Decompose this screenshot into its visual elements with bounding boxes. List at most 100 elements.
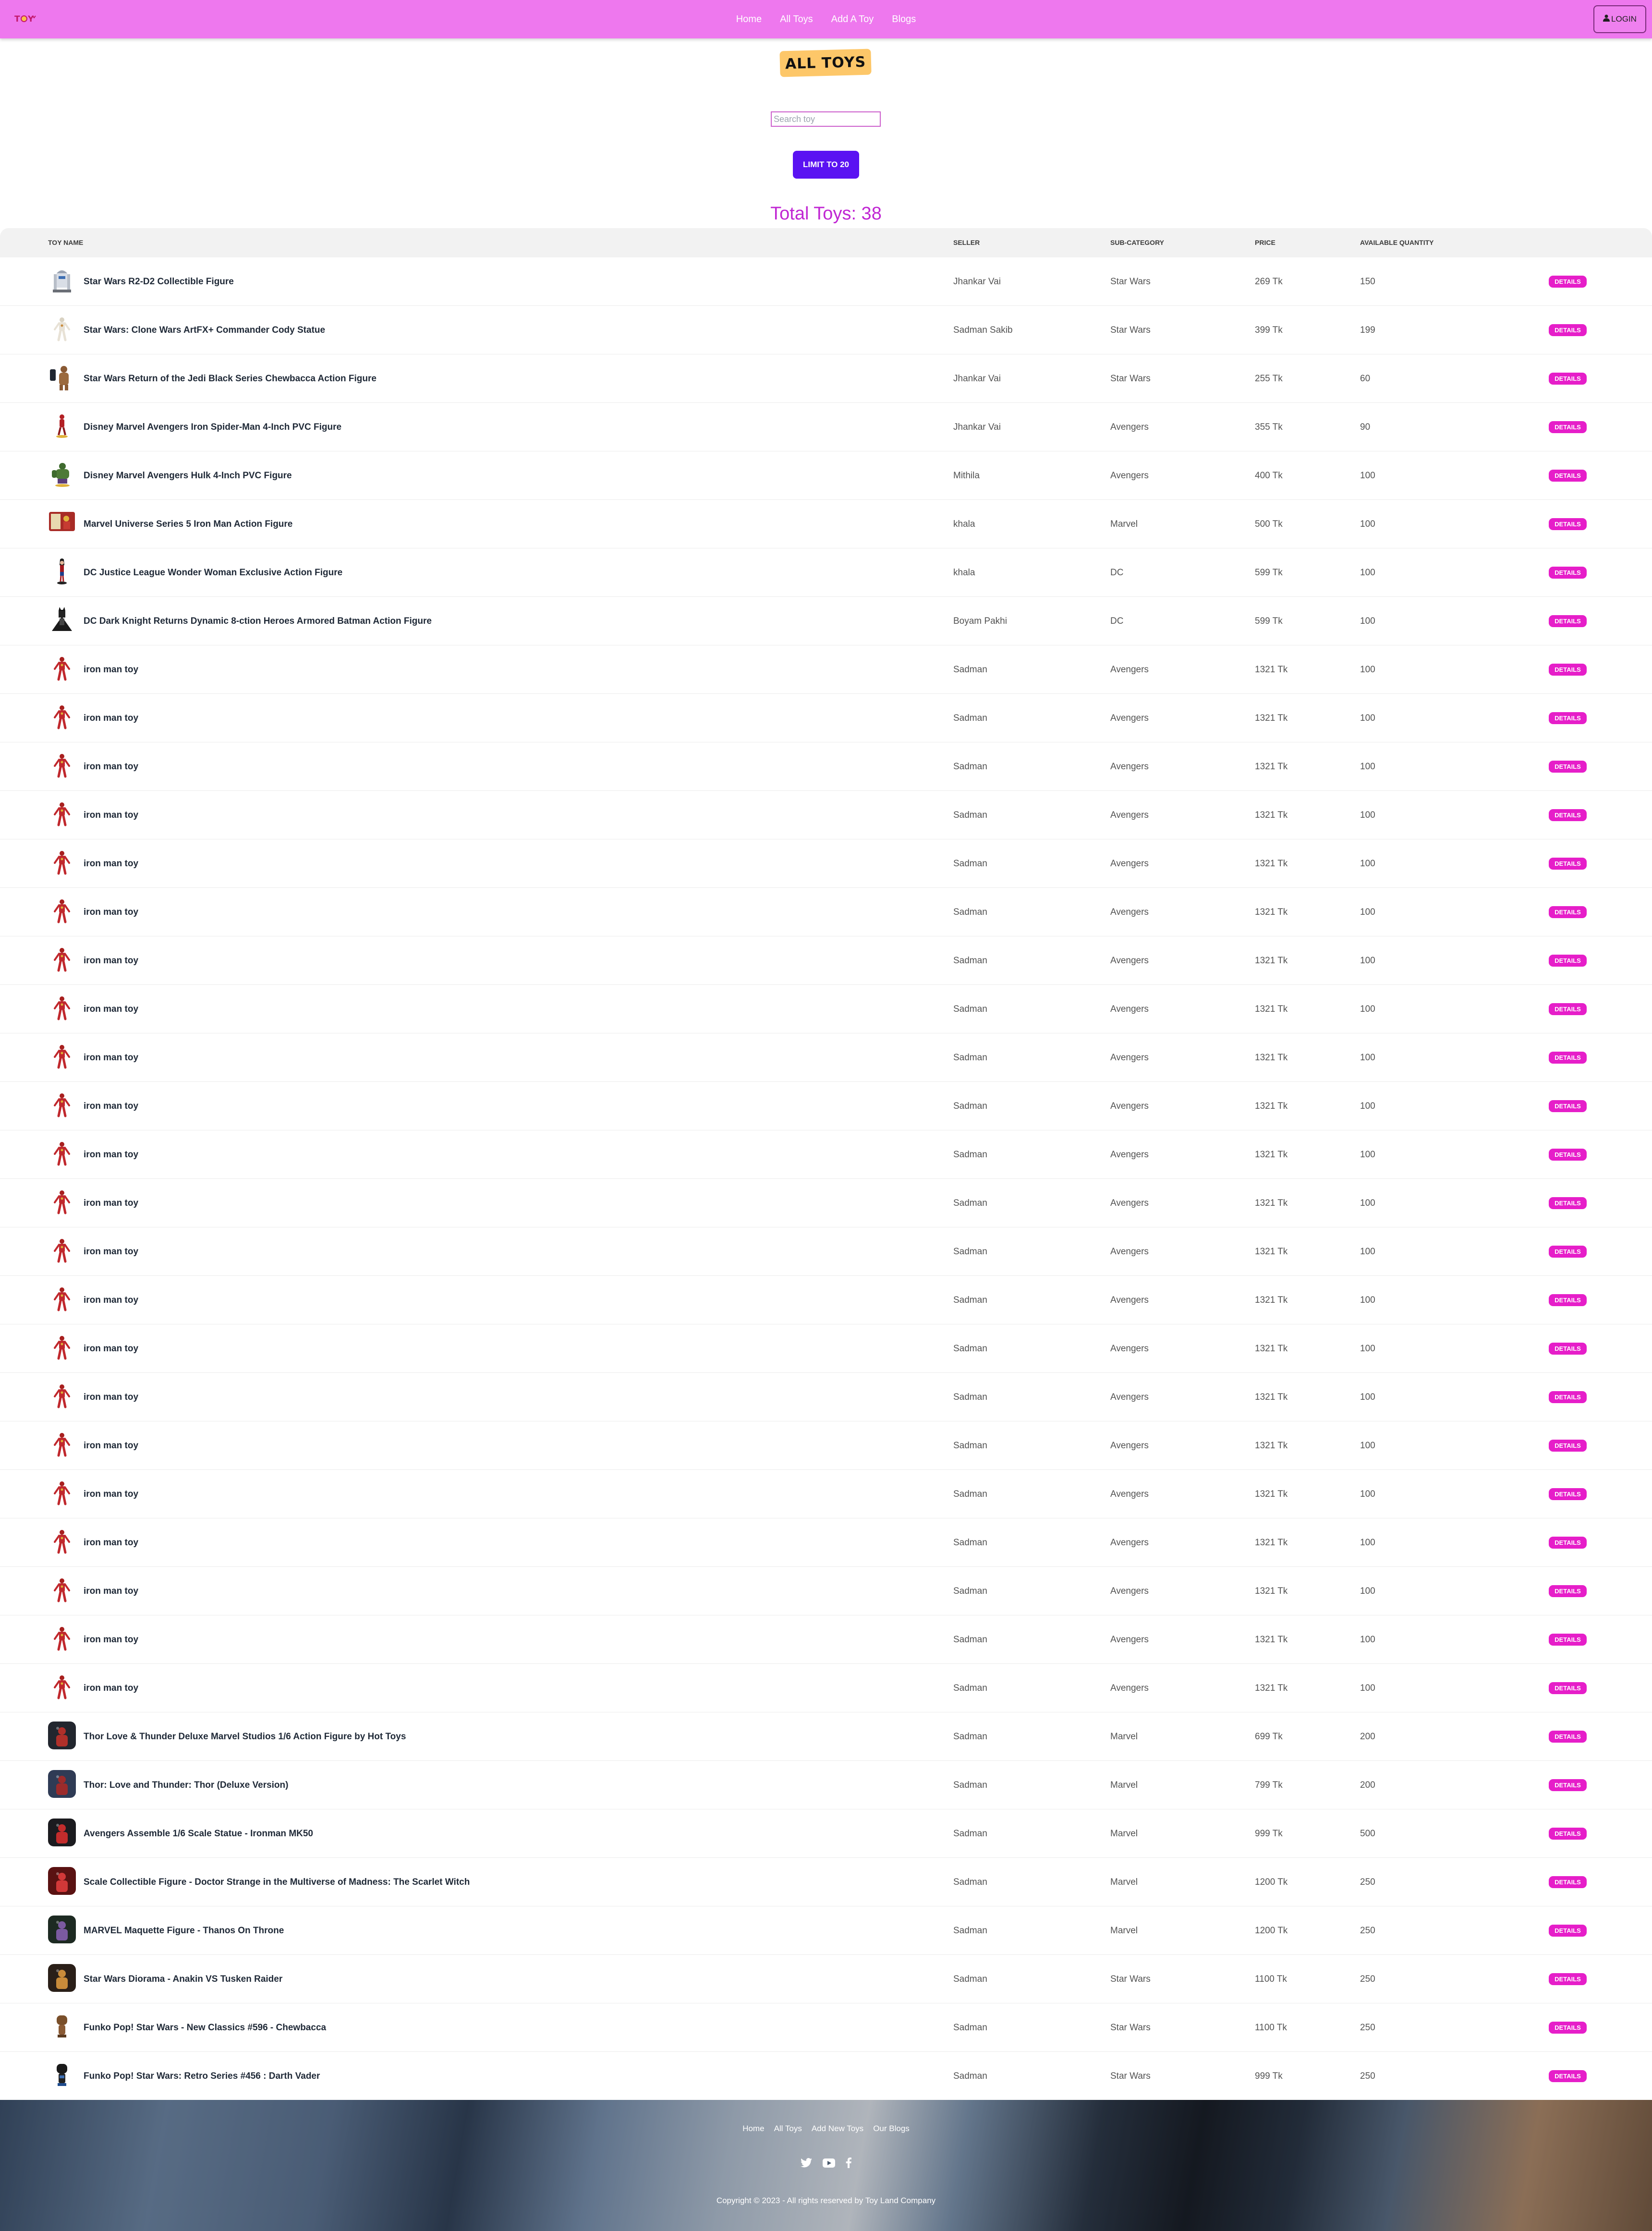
price: 400 Tk <box>1255 470 1283 481</box>
seller-name: Sadman <box>953 1392 987 1402</box>
toy-name: Disney Marvel Avengers Iron Spider-Man 4… <box>84 422 342 432</box>
batman-icon <box>48 606 76 634</box>
details-button[interactable]: DETAILS <box>1549 1052 1587 1064</box>
seller-name: Sadman <box>953 1198 987 1208</box>
sub-category: Avengers <box>1110 761 1149 772</box>
details-button[interactable]: DETAILS <box>1549 1973 1587 1985</box>
login-button[interactable]: LOGIN <box>1593 5 1646 33</box>
seller-name: Sadman <box>953 1974 987 1984</box>
limit-to-20-button[interactable]: LIMIT TO 20 <box>793 151 859 179</box>
price: 1200 Tk <box>1255 1877 1288 1887</box>
sub-category: Avengers <box>1110 1392 1149 1402</box>
details-button[interactable]: DETAILS <box>1549 373 1587 385</box>
details-button[interactable]: DETAILS <box>1549 809 1587 821</box>
footer-link-our-blogs[interactable]: Our Blogs <box>873 2124 910 2134</box>
facebook-icon[interactable] <box>846 2158 851 2168</box>
available-quantity: 150 <box>1360 276 1375 287</box>
details-button[interactable]: DETAILS <box>1549 1634 1587 1646</box>
available-quantity: 60 <box>1360 373 1371 384</box>
details-button[interactable]: DETAILS <box>1549 1197 1587 1209</box>
nav-link-all-toys[interactable]: All Toys <box>780 14 813 25</box>
details-button[interactable]: DETAILS <box>1549 1149 1587 1161</box>
details-button[interactable]: DETAILS <box>1549 421 1587 433</box>
details-button[interactable]: DETAILS <box>1549 1585 1587 1597</box>
details-button[interactable]: DETAILS <box>1549 955 1587 967</box>
footer-link-add-new-toys[interactable]: Add New Toys <box>812 2124 863 2134</box>
nav-link-blogs[interactable]: Blogs <box>892 14 916 25</box>
anakin-icon <box>48 1964 76 1992</box>
details-button[interactable]: DETAILS <box>1549 1537 1587 1549</box>
details-button[interactable]: DETAILS <box>1549 2022 1587 2034</box>
details-button[interactable]: DETAILS <box>1549 518 1587 530</box>
seller-name: Sadman <box>953 1052 987 1063</box>
sub-category: DC <box>1110 616 1124 626</box>
table-row: iron man toy Sadman Avengers 1321 Tk 100 DETA… <box>0 1082 1652 1130</box>
footer-link-home[interactable]: Home <box>742 2124 764 2134</box>
spiderman-icon <box>48 412 76 440</box>
details-button[interactable]: DETAILS <box>1549 1440 1587 1452</box>
table-row: iron man toy Sadman Avengers 1321 Tk 100 DETA… <box>0 1227 1652 1276</box>
sub-category: Avengers <box>1110 422 1149 432</box>
seller-name: Sadman <box>953 907 987 917</box>
table-row: iron man toy Sadman Avengers 1321 Tk 100 DETA… <box>0 1664 1652 1712</box>
toy-name: Star Wars: Clone Wars ArtFX+ Commander C… <box>84 325 326 335</box>
details-button[interactable]: DETAILS <box>1549 1003 1587 1015</box>
details-button[interactable]: DETAILS <box>1549 1294 1587 1306</box>
details-button[interactable]: DETAILS <box>1549 664 1587 676</box>
details-button[interactable]: DETAILS <box>1549 1246 1587 1258</box>
seller-name: Sadman <box>953 1101 987 1111</box>
table-row: Star Wars Return of the Jedi Black Serie… <box>0 354 1652 403</box>
details-button[interactable]: DETAILS <box>1549 470 1587 482</box>
details-button[interactable]: DETAILS <box>1549 761 1587 773</box>
table-row: iron man toy Sadman Avengers 1321 Tk 100 DETA… <box>0 791 1652 839</box>
toy-name: iron man toy <box>84 1392 139 1402</box>
toy-name: iron man toy <box>84 1246 139 1257</box>
details-button[interactable]: DETAILS <box>1549 1343 1587 1355</box>
details-button[interactable]: DETAILS <box>1549 1488 1587 1500</box>
navbar: T Y Home All Toys Add A Toy Blogs LOGIN <box>0 0 1652 38</box>
youtube-icon[interactable] <box>823 2158 835 2168</box>
available-quantity: 100 <box>1360 1537 1375 1548</box>
details-button[interactable]: DETAILS <box>1549 1391 1587 1403</box>
search-input[interactable] <box>771 111 881 127</box>
available-quantity: 100 <box>1360 1489 1375 1499</box>
table-header: TOY NAME SELLER SUB-CATEGORY PRICE AVAIL… <box>0 228 1652 257</box>
details-button[interactable]: DETAILS <box>1549 1100 1587 1112</box>
ironman-icon <box>48 655 76 682</box>
price: 1200 Tk <box>1255 1925 1288 1936</box>
toy-name: iron man toy <box>84 664 139 675</box>
sub-category: Avengers <box>1110 1343 1149 1354</box>
price: 1321 Tk <box>1255 1683 1288 1693</box>
details-button[interactable]: DETAILS <box>1549 712 1587 724</box>
sub-category: Marvel <box>1110 1828 1138 1839</box>
hulk-icon <box>48 461 76 488</box>
details-button[interactable]: DETAILS <box>1549 1876 1587 1888</box>
details-button[interactable]: DETAILS <box>1549 567 1587 579</box>
details-button[interactable]: DETAILS <box>1549 1731 1587 1743</box>
price: 1321 Tk <box>1255 907 1288 917</box>
column-header-seller: SELLER <box>953 239 980 246</box>
available-quantity: 250 <box>1360 1877 1375 1887</box>
seller-name: Sadman <box>953 1683 987 1693</box>
available-quantity: 100 <box>1360 519 1375 529</box>
details-button[interactable]: DETAILS <box>1549 1925 1587 1937</box>
toy-name: iron man toy <box>84 955 139 966</box>
details-button[interactable]: DETAILS <box>1549 858 1587 870</box>
details-button[interactable]: DETAILS <box>1549 276 1587 288</box>
nav-link-add-a-toy[interactable]: Add A Toy <box>831 14 874 25</box>
price: 1100 Tk <box>1255 1974 1287 1984</box>
table-row: iron man toy Sadman Avengers 1321 Tk 100 DETA… <box>0 1373 1652 1421</box>
details-button[interactable]: DETAILS <box>1549 615 1587 627</box>
details-button[interactable]: DETAILS <box>1549 906 1587 918</box>
toy-name: Star Wars Return of the Jedi Black Serie… <box>84 373 377 384</box>
details-button[interactable]: DETAILS <box>1549 1779 1587 1791</box>
seller-name: Sadman <box>953 1877 987 1887</box>
details-button[interactable]: DETAILS <box>1549 2070 1587 2082</box>
twitter-icon[interactable] <box>801 2158 812 2168</box>
details-button[interactable]: DETAILS <box>1549 1682 1587 1694</box>
sub-category: Star Wars <box>1110 2022 1151 2033</box>
details-button[interactable]: DETAILS <box>1549 1828 1587 1840</box>
details-button[interactable]: DETAILS <box>1549 324 1587 336</box>
footer-link-all-toys[interactable]: All Toys <box>774 2124 802 2134</box>
nav-link-home[interactable]: Home <box>736 14 762 25</box>
